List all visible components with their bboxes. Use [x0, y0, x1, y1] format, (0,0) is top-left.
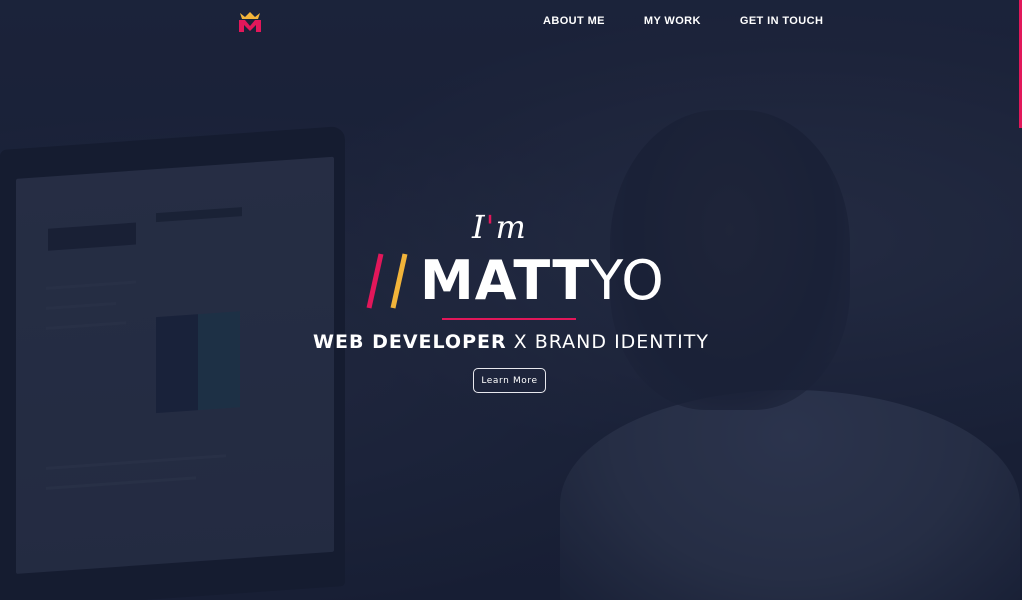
- learn-more-button[interactable]: Learn More: [473, 368, 546, 393]
- greeting-prefix: I: [472, 208, 486, 246]
- name-underline: [442, 318, 576, 320]
- hero-section: ABOUT ME MY WORK GET IN TOUCH I'm MATTYO…: [0, 0, 1022, 600]
- greeting-apostrophe: ': [485, 208, 496, 246]
- tagline-rest: X BRAND IDENTITY: [506, 331, 709, 353]
- nav-link-get-in-touch[interactable]: GET IN TOUCH: [740, 15, 823, 27]
- name-light: YO: [590, 249, 665, 312]
- m-crown-logo-icon[interactable]: [238, 11, 262, 33]
- hero-tagline: WEB DEVELOPER X BRAND IDENTITY: [0, 331, 1022, 353]
- double-slash-icon: [366, 253, 408, 309]
- greeting-text: I'm: [472, 208, 552, 246]
- greeting-suffix: m: [495, 208, 527, 246]
- hero-name: MATTYO: [420, 250, 665, 312]
- name-bold: MATT: [420, 249, 591, 312]
- top-nav: ABOUT ME MY WORK GET IN TOUCH: [0, 0, 1022, 42]
- nav-links: ABOUT ME MY WORK GET IN TOUCH: [543, 15, 862, 27]
- tagline-bold: WEB DEVELOPER: [313, 331, 507, 353]
- nav-link-my-work[interactable]: MY WORK: [644, 15, 701, 27]
- nav-link-about-me[interactable]: ABOUT ME: [543, 15, 605, 27]
